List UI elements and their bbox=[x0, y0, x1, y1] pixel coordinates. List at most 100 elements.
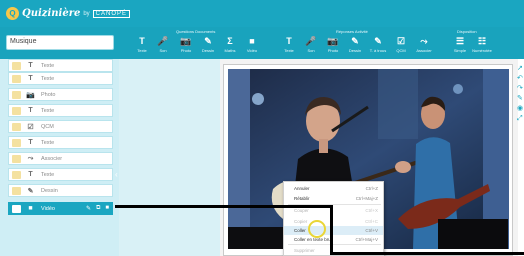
tool-microphone-1[interactable]: 🎤 Son bbox=[152, 36, 174, 53]
menu-item-annuler[interactable]: Annuler Ctrl+Z bbox=[284, 184, 383, 193]
info-icon[interactable]: ◉ bbox=[517, 104, 524, 114]
text-icon: T bbox=[28, 171, 33, 178]
microphone-icon: 🎤 bbox=[157, 36, 169, 46]
app-logo[interactable]: Q Quizinière by CANOPÉ bbox=[6, 7, 131, 20]
search-input[interactable]: Musique bbox=[6, 35, 114, 50]
list-item-associer[interactable]: ⤳ Associer bbox=[8, 152, 113, 165]
list-item-vido[interactable]: ■ Vidéo ✎ ⧉ ■ bbox=[8, 202, 113, 215]
cursor-highlight bbox=[308, 220, 326, 238]
tool-numbered-layout-14[interactable]: ☷ Numérotée bbox=[471, 36, 493, 53]
drag-handle-icon[interactable] bbox=[12, 154, 21, 163]
text-icon: T bbox=[28, 75, 33, 82]
drag-handle-icon[interactable] bbox=[12, 122, 21, 131]
tool-text-6[interactable]: T Texte bbox=[278, 36, 300, 53]
drag-handle-icon[interactable] bbox=[12, 138, 21, 147]
list-item-photo[interactable]: 📷 Photo bbox=[8, 88, 113, 101]
edit-icon[interactable]: ✎ bbox=[86, 205, 91, 212]
menu-item-shortcut: Ctrl+X bbox=[365, 208, 378, 213]
tool-label: QCM bbox=[396, 48, 406, 53]
text-icon: T bbox=[28, 62, 33, 69]
microphone-icon: 🎤 bbox=[305, 36, 317, 46]
menu-item-shortcut: Ctrl+Z bbox=[365, 186, 378, 191]
collapse-panel-icon[interactable]: ‹ bbox=[115, 170, 118, 179]
group-label-responses: Réponses Activité bbox=[336, 29, 368, 34]
arrow-icon[interactable]: ↗ bbox=[517, 64, 524, 74]
tool-label: Photo bbox=[180, 48, 192, 53]
list-item-label: Photo bbox=[41, 91, 56, 98]
list-item-texte[interactable]: T Texte bbox=[8, 59, 113, 72]
drag-handle-icon[interactable] bbox=[12, 61, 21, 70]
tool-simple-layout-13[interactable]: ☰ Simple bbox=[449, 36, 471, 53]
drag-handle-icon[interactable] bbox=[12, 204, 21, 213]
tool-pencil-10[interactable]: ✎ T. à trous bbox=[367, 36, 389, 53]
item-actions: ✎ ⧉ ■ bbox=[86, 205, 109, 212]
list-item-label: Texte bbox=[41, 171, 55, 178]
checkbox-icon: ☑ bbox=[27, 123, 34, 131]
context-menu: Annuler Ctrl+Z Rétablir Ctrl+Maj+Z Couper Ctr… bbox=[283, 181, 384, 256]
drag-handle-icon[interactable] bbox=[12, 90, 21, 99]
tool-associate-12[interactable]: ⤳ Associer bbox=[413, 36, 435, 53]
menu-item-r-tablir[interactable]: Rétablir Ctrl+Maj+Z bbox=[284, 194, 383, 203]
list-item-texte[interactable]: T Texte bbox=[8, 168, 113, 181]
text-icon: T bbox=[28, 107, 33, 114]
drag-handle-icon[interactable] bbox=[12, 170, 21, 179]
drag-handle-icon[interactable] bbox=[12, 186, 21, 195]
tool-checkbox-11[interactable]: ☑ QCM bbox=[390, 36, 412, 53]
list-item-label: Dessin bbox=[41, 187, 58, 194]
right-side-tools: ↗ ↶ ↷ ✎ ◉ ⤢ bbox=[517, 64, 524, 124]
list-item-texte[interactable]: T Texte bbox=[8, 72, 113, 85]
pencil-icon: ✎ bbox=[204, 36, 212, 46]
redo-icon[interactable]: ↷ bbox=[517, 84, 524, 94]
menu-item-label: Rétablir bbox=[294, 196, 310, 201]
checkbox-icon: ☑ bbox=[396, 36, 406, 46]
list-item-label: Texte bbox=[41, 107, 55, 114]
delete-icon[interactable]: ■ bbox=[105, 205, 109, 212]
tool-label: Photo bbox=[327, 48, 339, 53]
menu-item-shortcut: Ctrl+C bbox=[365, 219, 378, 224]
list-item-label: QCM bbox=[41, 123, 54, 130]
brand-name: CANOPÉ bbox=[92, 9, 131, 18]
tool-camera-2[interactable]: 📷 Photo bbox=[175, 36, 197, 53]
tool-pencil-3[interactable]: ✎ Dessin bbox=[197, 36, 219, 53]
duplicate-icon[interactable]: ⧉ bbox=[96, 205, 100, 212]
tool-label: Numérotée bbox=[472, 48, 492, 53]
annotation-line-vertical bbox=[330, 205, 333, 254]
list-item-texte[interactable]: T Texte bbox=[8, 136, 113, 149]
expand-icon[interactable]: ⤢ bbox=[517, 114, 524, 124]
text-icon: T bbox=[286, 36, 292, 46]
tool-camera-8[interactable]: 📷 Photo bbox=[322, 36, 344, 53]
menu-item-coller-en-texte-brut[interactable]: Coller en texte brut Ctrl+Maj+V bbox=[284, 235, 383, 244]
tool-label: Son bbox=[307, 48, 315, 53]
tool-label: Vidéo bbox=[246, 48, 258, 53]
menu-item-label: Supprimer bbox=[294, 248, 315, 253]
tool-video-5[interactable]: ■ Vidéo bbox=[241, 36, 263, 53]
top-bar: Q Quizinière by CANOPÉ bbox=[0, 0, 524, 27]
menu-item-shortcut: Ctrl+Maj+Z bbox=[355, 196, 378, 201]
list-item-texte[interactable]: T Texte bbox=[8, 104, 113, 117]
video-icon: ■ bbox=[28, 205, 33, 212]
tool-microphone-7[interactable]: 🎤 Son bbox=[300, 36, 322, 53]
text-icon: T bbox=[139, 36, 145, 46]
tool-pencil-9[interactable]: ✎ Dessin bbox=[344, 36, 366, 53]
middle-panel bbox=[119, 59, 220, 256]
undo-icon[interactable]: ↶ bbox=[517, 74, 524, 84]
tool-label: Simple bbox=[453, 48, 467, 53]
drag-handle-icon[interactable] bbox=[12, 74, 21, 83]
menu-item-copier[interactable]: Copier Ctrl+C bbox=[284, 217, 383, 226]
list-item-label: Texte bbox=[41, 75, 55, 82]
tool-label: Son bbox=[159, 48, 167, 53]
tool-label: T. à trous bbox=[369, 48, 387, 53]
pencil-icon: ✎ bbox=[27, 187, 34, 195]
menu-item-coller[interactable]: Coller Ctrl+V bbox=[284, 226, 383, 235]
edit-icon[interactable]: ✎ bbox=[517, 94, 524, 104]
annotation-line-bottom bbox=[330, 252, 524, 255]
menu-item-label: Coller bbox=[294, 228, 306, 233]
camera-icon: 📷 bbox=[26, 91, 35, 99]
list-item-dessin[interactable]: ✎ Dessin bbox=[8, 184, 113, 197]
tool-text-0[interactable]: T Texte bbox=[131, 36, 153, 53]
drag-handle-icon[interactable] bbox=[12, 106, 21, 115]
annotation-line-horizontal bbox=[115, 205, 332, 208]
list-item-qcm[interactable]: ☑ QCM bbox=[8, 120, 113, 133]
app-window: Q Quizinière by CANOPÉ Questions Documen… bbox=[0, 0, 524, 256]
tool-sigma-4[interactable]: Σ Maths bbox=[219, 36, 241, 53]
